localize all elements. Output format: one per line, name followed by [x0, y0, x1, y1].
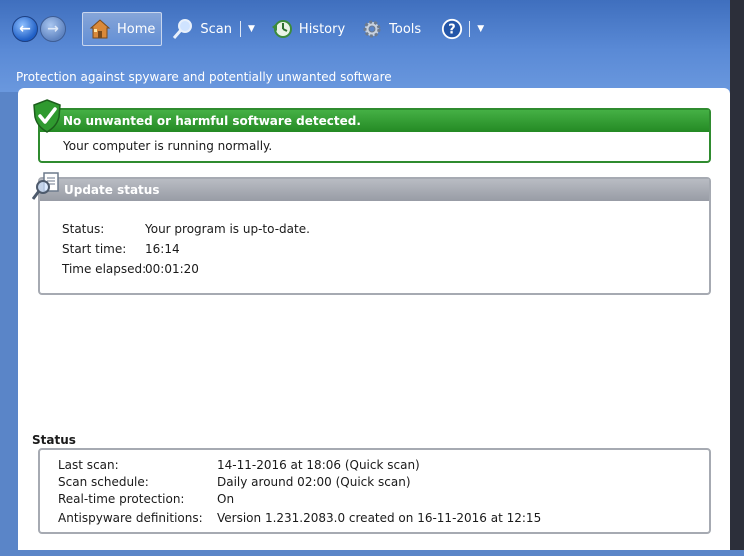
- realtime-protection-label: Real-time protection:: [58, 492, 185, 506]
- no-threats-message: Your computer is running normally.: [63, 139, 273, 153]
- history-button[interactable]: History: [265, 12, 351, 46]
- time-elapsed-label: Time elapsed:: [62, 262, 147, 276]
- help-button[interactable]: ? ▼: [435, 12, 490, 46]
- no-threats-panel: No unwanted or harmful software detected…: [38, 108, 711, 163]
- scan-label: Scan: [200, 21, 232, 37]
- toolbar-divider: [240, 21, 241, 37]
- green-shield-check-icon: [32, 99, 62, 133]
- update-status-heading: Update status: [40, 179, 709, 201]
- svg-text:?: ?: [448, 23, 455, 38]
- history-icon: [271, 18, 293, 40]
- update-status-value: Your program is up-to-date.: [145, 222, 310, 236]
- home-button[interactable]: Home: [82, 12, 163, 46]
- page-subtitle: Protection against spyware and potential…: [16, 70, 392, 84]
- last-scan-value: 14-11-2016 at 18:06 (Quick scan): [217, 458, 420, 472]
- start-time-label: Start time:: [62, 242, 127, 256]
- gear-icon: [361, 18, 383, 40]
- scan-button[interactable]: Scan ▼: [166, 12, 261, 46]
- update-status-panel: Update status: [38, 177, 711, 295]
- main-panel: No unwanted or harmful software detected…: [18, 88, 730, 550]
- home-icon: [89, 18, 111, 40]
- history-label: History: [298, 21, 346, 37]
- status-panel: Last scan: 14-11-2016 at 18:06 (Quick sc…: [38, 448, 711, 534]
- last-scan-label: Last scan:: [58, 458, 119, 472]
- window-chrome: ← → Home Scan ▼ History Tools ? ▼ Protec…: [0, 0, 744, 556]
- help-dropdown-icon[interactable]: ▼: [477, 24, 484, 34]
- help-icon: ?: [441, 18, 463, 40]
- forward-arrow-icon[interactable]: →: [40, 16, 66, 42]
- update-status-label: Status:: [62, 222, 105, 236]
- back-arrow-icon[interactable]: ←: [12, 16, 38, 42]
- tools-button[interactable]: Tools: [355, 12, 427, 46]
- no-threats-heading: No unwanted or harmful software detected…: [40, 110, 709, 132]
- definitions-value: Version 1.231.2083.0 created on 16-11-20…: [217, 511, 542, 525]
- window-bottom-edge: [0, 550, 744, 556]
- time-elapsed-value: 00:01:20: [145, 262, 199, 276]
- start-time-value: 16:14: [145, 242, 180, 256]
- toolbar: ← → Home Scan ▼ History Tools ? ▼: [12, 11, 490, 47]
- tools-label: Tools: [389, 21, 422, 37]
- scan-schedule-value: Daily around 02:00 (Quick scan): [217, 475, 411, 489]
- status-section-title: Status: [32, 433, 76, 447]
- realtime-protection-value: On: [217, 492, 235, 506]
- definitions-label: Antispyware definitions:: [58, 511, 203, 525]
- home-label: Home: [117, 21, 156, 37]
- scan-schedule-label: Scan schedule:: [58, 475, 149, 489]
- magnifier-icon: [172, 18, 194, 40]
- toolbar-divider: [469, 21, 471, 37]
- update-document-magnifier-icon: [31, 170, 62, 204]
- scan-dropdown-icon[interactable]: ▼: [248, 24, 255, 34]
